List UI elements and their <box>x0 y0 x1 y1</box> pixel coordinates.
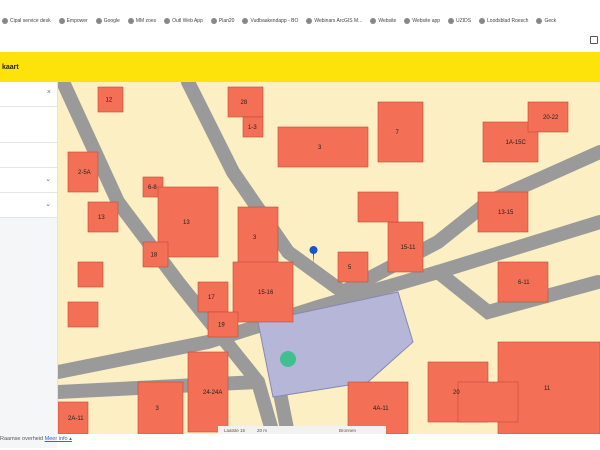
building <box>357 191 399 223</box>
play-icon <box>58 18 65 24</box>
panel-dropdown[interactable]: ⌄ <box>0 168 57 193</box>
panel-dropdown[interactable]: ⌄ <box>0 193 57 218</box>
building-number-label: 2A-11 <box>68 416 84 422</box>
building <box>67 301 99 328</box>
building <box>377 101 424 163</box>
building-number-label: 1-3 <box>248 125 257 131</box>
globe-icon <box>127 18 134 24</box>
building-number-label: 17 <box>208 295 215 301</box>
bookmark-item[interactable]: Plan20 <box>210 18 235 24</box>
chevron-down-icon: ⌄ <box>45 176 51 183</box>
plaza-fountain <box>280 351 296 367</box>
building <box>277 126 369 168</box>
panel-field[interactable] <box>0 143 57 168</box>
link-icon <box>370 18 377 24</box>
bookmark-label: Google <box>103 18 120 24</box>
bookmark-item[interactable]: Website app <box>404 18 440 24</box>
building-number-label: 28 <box>241 100 248 106</box>
footer: Raamse overheid Meer info ▴ <box>0 436 72 442</box>
bookmark-item[interactable]: Google <box>95 18 120 24</box>
side-panel: × ⌄ ⌄ <box>0 82 58 448</box>
building-number-label: 2-5A <box>78 170 91 176</box>
bookmark-item[interactable]: Vudbaakendapp - BO <box>242 18 298 24</box>
window-icon[interactable] <box>590 36 598 44</box>
bookmark-label: Cipal service desk <box>10 18 51 24</box>
building-number-label: 6-11 <box>518 280 530 286</box>
footer-text: Raamse overheid <box>0 436 44 442</box>
building-number-label: 1A-15C <box>506 140 527 146</box>
bookmark-label: MM zoes <box>135 18 157 24</box>
globe-icon <box>536 18 543 24</box>
bookmark-item[interactable]: UZIDS <box>448 18 471 24</box>
bookmark-label: Webinars ArcGIS M... <box>314 18 363 24</box>
building-number-label: 24-24A <box>203 390 222 396</box>
bookmark-item[interactable]: Loodsblad Roesch <box>479 18 528 24</box>
bookmark-label: Outl Web App <box>172 18 203 24</box>
page-header <box>0 30 600 52</box>
link-icon <box>404 18 411 24</box>
panel-body <box>0 218 57 448</box>
building <box>237 206 279 268</box>
bookmark-label: Plan20 <box>218 18 235 24</box>
panel-header: × <box>0 82 57 107</box>
app-icon <box>242 18 249 24</box>
app-icon <box>479 18 486 24</box>
app-icon <box>448 18 455 24</box>
bookmark-item[interactable]: MM zoes <box>127 18 157 24</box>
building-number-label: 11 <box>544 386 551 392</box>
building-number-label: 6-8 <box>148 185 157 191</box>
building-number-label: 13 <box>183 220 190 226</box>
building-number-label: 4A-11 <box>373 406 389 412</box>
chevron-down-icon: ⌄ <box>45 201 51 208</box>
bookmarks-bar: Cipal service desk Empower Google MM zoes Ou… <box>0 12 600 30</box>
building-number-label: 15-16 <box>258 290 274 296</box>
bookmark-label: Loodsblad Roesch <box>487 18 529 24</box>
google-icon <box>95 18 102 24</box>
bookmark-label: Empower <box>66 18 88 24</box>
bookmark-item[interactable]: Webinars ArcGIS M... <box>306 18 362 24</box>
building <box>77 261 104 288</box>
page-banner: kaart <box>0 52 600 82</box>
outlook-icon <box>164 18 171 24</box>
building <box>137 381 184 434</box>
panel-field[interactable] <box>0 107 57 143</box>
scale-label: 20 m <box>257 427 268 433</box>
last-label[interactable]: Laatste 15 <box>224 428 245 433</box>
bookmark-item[interactable]: Website <box>370 18 396 24</box>
building-number-label: 15-11 <box>401 245 417 251</box>
page-title: kaart <box>2 64 19 71</box>
building-number-label: 12 <box>106 98 113 104</box>
bookmark-label: Geck <box>544 18 557 24</box>
building-number-label: 19 <box>218 323 225 329</box>
bookmark-label: Vudbaakendapp - BO <box>250 18 299 24</box>
building-number-label: 13-15 <box>498 210 514 216</box>
bookmark-label: UZIDS <box>456 18 472 24</box>
building-number-label: 20 <box>453 390 460 396</box>
building <box>457 381 519 423</box>
building-number-label: 20-22 <box>543 115 559 121</box>
bookmark-item[interactable]: Outl Web App <box>164 18 203 24</box>
map-canvas[interactable]: 12 28 1-3 3 7 2-5A 6-8 13 3 15-16 17 19 18 13 5 15-11 13… <box>58 82 600 434</box>
bookmark-label: Website <box>378 18 397 24</box>
bookmark-item[interactable]: Cipal service desk <box>2 18 51 24</box>
bookmark-icon <box>306 18 313 24</box>
bookmark-item[interactable]: Empower <box>58 18 88 24</box>
map-scalebar: Laatste 15 20 m Bronnen <box>218 426 386 434</box>
bookmark-icon <box>2 18 8 24</box>
building-number-label: 18 <box>151 253 158 259</box>
close-icon[interactable]: × <box>47 89 51 96</box>
sources-button[interactable]: Bronnen <box>339 428 356 433</box>
more-info-link[interactable]: Meer info ▴ <box>45 436 72 442</box>
building <box>337 251 369 283</box>
bookmark-item[interactable]: Geck <box>536 18 556 24</box>
bookmark-label: Website app <box>412 18 441 24</box>
building-number-label: 13 <box>98 215 105 221</box>
globe-icon <box>210 18 217 24</box>
